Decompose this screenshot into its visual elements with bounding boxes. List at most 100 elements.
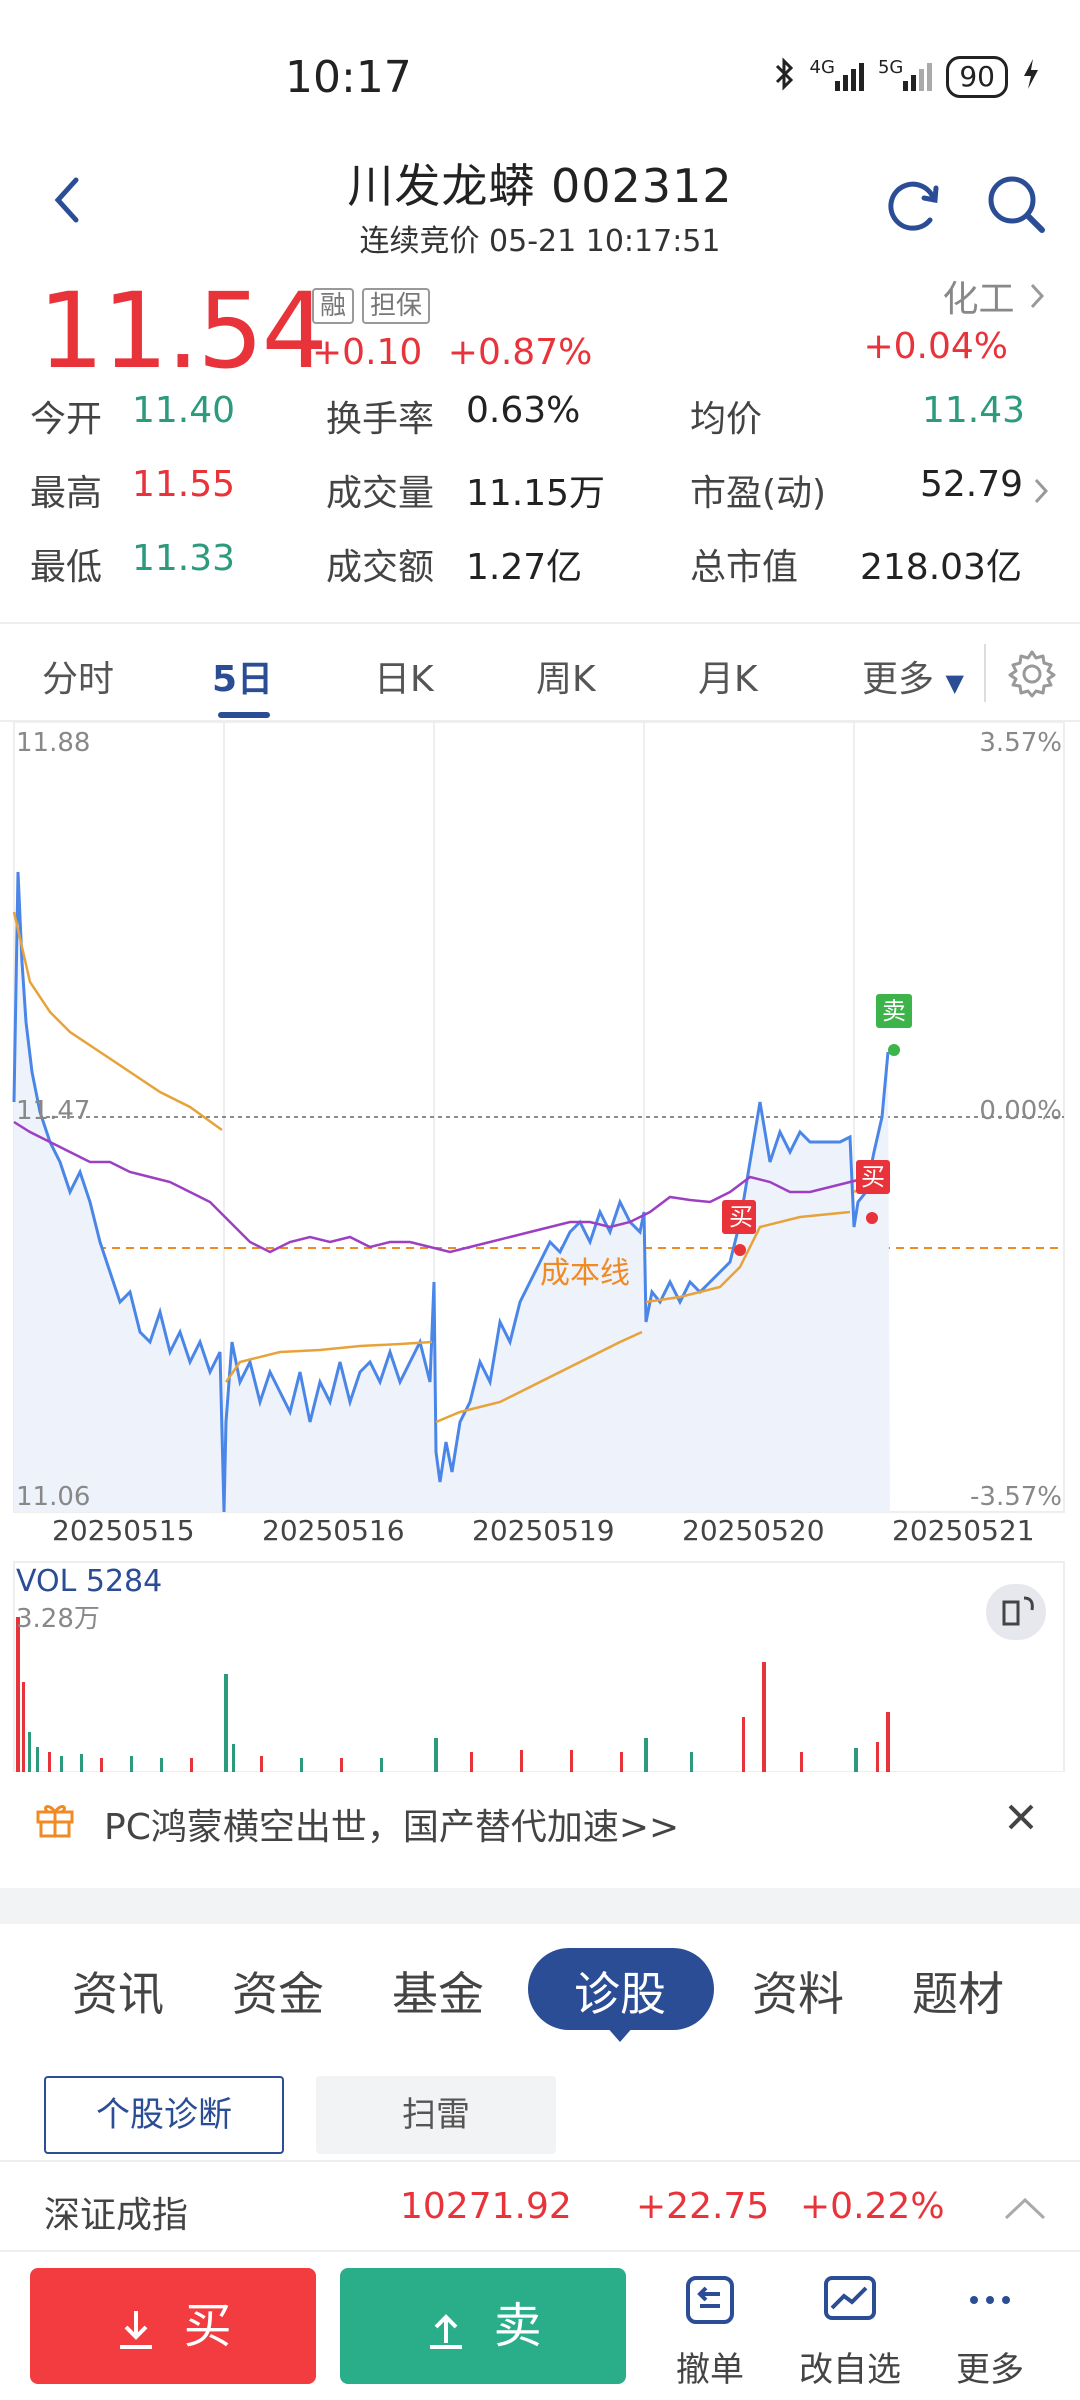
tab-diagnosis[interactable]: 诊股 xyxy=(574,1958,666,2024)
charging-icon xyxy=(1022,57,1040,97)
section-divider xyxy=(0,1888,1080,1924)
stat-label: 均价 xyxy=(690,399,763,440)
index-value: 10271.92 xyxy=(400,2186,572,2227)
tab-weekly-k[interactable]: 周K xyxy=(536,650,596,702)
info-tabs: 资讯 资金 基金 诊股 资料 题材 xyxy=(0,1940,1080,2060)
fullscreen-toggle-button[interactable] xyxy=(986,1584,1046,1640)
pct-axis-bottom: -3.57% xyxy=(970,1482,1062,1512)
pct-axis-top: 3.57% xyxy=(979,728,1062,758)
date-label: 20250519 xyxy=(472,1514,615,1547)
stock-header: 川发龙蟒 002312 连续竞价 05-21 10:17:51 xyxy=(0,150,1080,270)
tab-news[interactable]: 资讯 xyxy=(72,1958,164,2024)
chevron-right-icon xyxy=(1034,478,1049,504)
stat-value: 11.40 xyxy=(132,390,236,431)
index-ticker[interactable]: 深证成指 10271.92 +22.75 +0.22% xyxy=(0,2160,1080,2250)
risk-scan-button[interactable]: 扫雷 xyxy=(316,2076,556,2154)
tab-fund[interactable]: 基金 xyxy=(392,1958,484,2024)
sector-percent: +0.04% xyxy=(863,326,1008,367)
divider xyxy=(984,644,986,702)
tab-profile[interactable]: 资料 xyxy=(752,1958,844,2024)
volume-max: 3.28万 xyxy=(16,1604,100,1634)
index-change: +22.75 xyxy=(636,2186,770,2227)
tab-daily-k[interactable]: 日K xyxy=(374,650,434,702)
last-price: 11.54 xyxy=(38,270,328,392)
price-chart-svg xyxy=(12,722,1065,1772)
tab-more[interactable]: 更多 ▼ xyxy=(862,650,964,702)
sector-link[interactable]: 化工 xyxy=(943,270,1048,322)
date-label: 20250515 xyxy=(52,1514,195,1547)
stats-row: 最低 11.33 成交额 1.27亿 总市值 218.03亿 xyxy=(0,538,1080,598)
tab-themes[interactable]: 题材 xyxy=(912,1958,1004,2024)
buy-label: 买 xyxy=(183,2298,232,2354)
stat-label: 最高 xyxy=(30,473,103,514)
stat-value: 11.33 xyxy=(132,538,236,579)
search-button[interactable] xyxy=(982,170,1052,240)
tab-intraday[interactable]: 分时 xyxy=(42,650,114,702)
more-dots-icon xyxy=(970,2296,1010,2304)
quote-panel: 11.54 融 担保 +0.10 +0.87% 化工 +0.04% 今开 11.… xyxy=(0,270,1080,620)
y-axis-mid: 11.47 xyxy=(16,1096,91,1126)
gift-icon xyxy=(34,1798,76,1844)
stat-value: 1.27亿 xyxy=(466,547,583,588)
status-bar: 10:17 4G 5G 90 xyxy=(0,0,1080,150)
chevron-up-icon xyxy=(1004,2197,1046,2220)
status-icons: 4G 5G 90 xyxy=(774,56,1040,98)
buy-button[interactable]: 买 xyxy=(30,2268,316,2384)
date-label: 20250521 xyxy=(892,1514,1035,1547)
change-percent: +0.87% xyxy=(447,332,593,373)
edit-watchlist-label: 改自选 xyxy=(799,2350,901,2390)
five-day-chart[interactable]: 11.88 11.47 11.06 3.57% 0.00% -3.57% 成本线… xyxy=(0,722,1080,1772)
active-subtab-pointer xyxy=(606,2026,634,2042)
stat-value: 11.43 xyxy=(922,390,1026,431)
date-label: 20250516 xyxy=(262,1514,405,1547)
stats-row: 最高 11.55 成交量 11.15万 市盈(动) 52.79 xyxy=(0,464,1080,524)
stat-value: 52.79 xyxy=(920,464,1024,505)
collateral-tag: 担保 xyxy=(362,288,431,324)
margin-tags: 融 担保 xyxy=(312,288,431,324)
margin-tag: 融 xyxy=(312,288,355,324)
index-name: 深证成指 xyxy=(44,2195,189,2236)
stat-value: 0.63% xyxy=(466,390,581,431)
stat-label: 市盈(动) xyxy=(690,473,827,514)
volume-label: VOL 5284 xyxy=(16,1564,163,1599)
tab-more-label: 更多 xyxy=(862,659,935,700)
signal-5g-icon: 5G xyxy=(878,57,933,97)
stat-label: 换手率 xyxy=(326,399,435,440)
search-icon xyxy=(988,176,1045,233)
stat-value: 11.55 xyxy=(132,464,236,505)
buy-marker: 买 xyxy=(861,1163,885,1191)
price-change: +0.10 +0.87% xyxy=(312,332,592,373)
banner-text: PC鸿蒙横空出世，国产替代加速>> xyxy=(104,1807,680,1848)
buy-marker: 买 xyxy=(729,1203,753,1231)
expand-button[interactable] xyxy=(1002,2192,1048,2233)
sector-name: 化工 xyxy=(942,279,1015,320)
change-value: +0.10 xyxy=(312,332,423,373)
cost-line-label: 成本线 xyxy=(540,1256,630,1291)
close-icon xyxy=(1008,1804,1034,1830)
signal-4g-icon: 4G xyxy=(810,57,864,97)
status-time: 10:17 xyxy=(285,52,412,103)
stat-label: 今开 xyxy=(30,399,103,440)
tab-monthly-k[interactable]: 月K xyxy=(698,650,758,702)
more-button[interactable]: 更多 xyxy=(930,2270,1050,2391)
tab-5day[interactable]: 5日 xyxy=(212,650,273,702)
cancel-order-button[interactable]: 撤单 xyxy=(650,2270,770,2391)
stat-value: 11.15万 xyxy=(466,473,606,514)
caret-down-icon: ▼ xyxy=(945,669,964,697)
edit-watchlist-button[interactable]: 改自选 xyxy=(790,2270,910,2391)
stock-diagnosis-button[interactable]: 个股诊断 xyxy=(44,2076,284,2154)
y-axis-top: 11.88 xyxy=(16,728,91,758)
promo-banner[interactable]: PC鸿蒙横空出世，国产替代加速>> xyxy=(0,1776,1080,1866)
refresh-button[interactable] xyxy=(878,170,948,240)
chart-edit-icon xyxy=(824,2276,876,2320)
stat-label: 成交量 xyxy=(326,473,435,514)
more-label: 更多 xyxy=(956,2350,1024,2390)
sell-marker: 卖 xyxy=(882,997,906,1025)
y-axis-bottom: 11.06 xyxy=(16,1482,91,1512)
stat-label: 成交额 xyxy=(326,547,435,588)
tab-funds-flow[interactable]: 资金 xyxy=(232,1958,324,2024)
close-button[interactable] xyxy=(1004,1800,1038,1838)
arrow-down-icon xyxy=(120,2311,153,2349)
settings-button[interactable] xyxy=(1006,648,1058,704)
sell-button[interactable]: 卖 xyxy=(340,2268,626,2384)
